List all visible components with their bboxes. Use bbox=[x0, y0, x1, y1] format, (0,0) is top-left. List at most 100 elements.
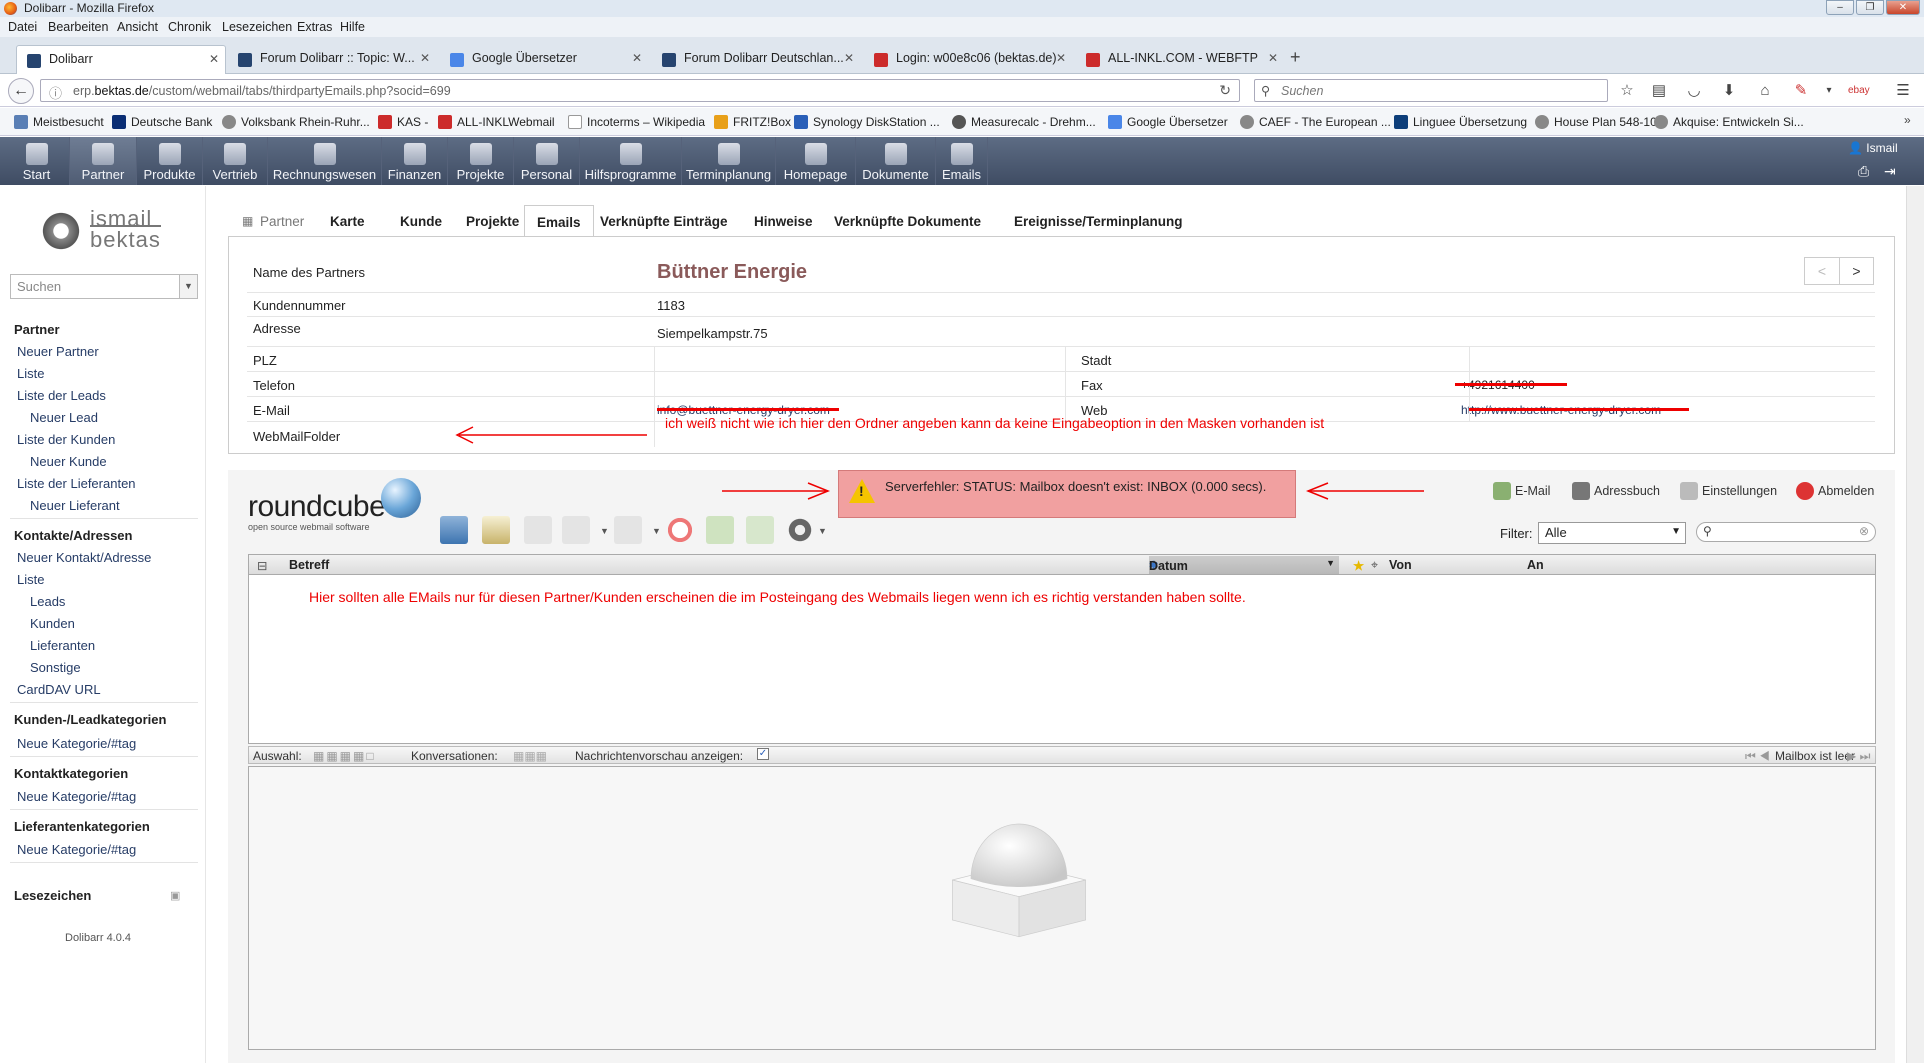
sidebar-item-liste-leads[interactable]: Liste der Leads bbox=[17, 388, 106, 403]
close-icon[interactable]: ✕ bbox=[209, 52, 219, 66]
close-icon[interactable]: ✕ bbox=[1268, 51, 1278, 65]
delete-button[interactable] bbox=[666, 516, 694, 544]
rc-mail-link[interactable]: E-Mail bbox=[1493, 482, 1550, 500]
sidebar-heading-kontaktkategorien[interactable]: Kontaktkategorien bbox=[14, 766, 128, 781]
sidebar-item-kontakt-liste[interactable]: Liste bbox=[17, 572, 44, 587]
selection-icons[interactable]: ▦▦▦▦□ bbox=[313, 749, 376, 763]
compose-button[interactable] bbox=[482, 516, 510, 544]
menu-projekte[interactable]: Projekte bbox=[448, 137, 514, 185]
last-page-icon[interactable]: ▶ ⏭ bbox=[1847, 749, 1870, 764]
chevron-down-icon[interactable]: ▼ bbox=[179, 275, 197, 298]
menu-lesezeichen[interactable]: Lesezeichen bbox=[222, 20, 292, 34]
menu-hilfsprogramme[interactable]: Hilfsprogramme bbox=[580, 137, 682, 185]
column-datum[interactable]: ✱ Datum ▼ bbox=[1149, 556, 1339, 574]
browser-search-input[interactable]: ⚲ Suchen bbox=[1254, 79, 1608, 102]
ebay-icon[interactable]: ebay bbox=[1848, 82, 1870, 100]
filter-select[interactable]: Alle ▼ bbox=[1538, 522, 1686, 544]
menu-start[interactable]: Start bbox=[4, 137, 70, 185]
star-icon[interactable]: ☆ bbox=[1618, 82, 1636, 100]
tab-emails[interactable]: Emails bbox=[524, 205, 594, 237]
prev-record-button[interactable]: < bbox=[1805, 258, 1839, 284]
logout-icon[interactable]: ⇥ bbox=[1884, 163, 1896, 180]
home-icon[interactable]: ⌂ bbox=[1756, 82, 1774, 100]
thread-toggle-icons[interactable]: ▦▦▦ bbox=[513, 749, 547, 763]
download-icon[interactable]: ⬇ bbox=[1720, 82, 1738, 100]
menu-produkte[interactable]: Produkte bbox=[137, 137, 203, 185]
reader-icon[interactable]: ▤ bbox=[1650, 82, 1668, 100]
close-icon[interactable]: ✕ bbox=[632, 51, 642, 65]
bookmark-caef[interactable]: CAEF - The European ... bbox=[1240, 115, 1391, 129]
bookmarks-overflow-icon[interactable]: » bbox=[1904, 113, 1911, 127]
tab-hinweise[interactable]: Hinweise bbox=[742, 205, 825, 237]
rc-search-input[interactable]: ⚲ ⊗ bbox=[1696, 522, 1876, 542]
tab-kunde[interactable]: Kunde bbox=[388, 205, 454, 237]
menu-homepage[interactable]: Homepage bbox=[776, 137, 856, 185]
chevron-down-icon[interactable]: ▼ bbox=[652, 526, 661, 536]
bookmark-deutsche-bank[interactable]: Deutsche Bank bbox=[112, 115, 212, 129]
maximize-button[interactable]: ❐ bbox=[1856, 0, 1884, 15]
sidebar-item-carddav[interactable]: CardDAV URL bbox=[17, 682, 101, 697]
close-icon[interactable]: ✕ bbox=[420, 51, 430, 65]
back-button[interactable]: ← bbox=[8, 78, 34, 104]
column-an[interactable]: An bbox=[1527, 558, 1544, 572]
chevron-down-icon[interactable]: ▾ bbox=[1820, 82, 1838, 100]
refresh-mail-button[interactable] bbox=[440, 516, 468, 544]
sidebar-item-kunden[interactable]: Kunden bbox=[30, 616, 75, 631]
sidebar-heading-lieferantenkategorien[interactable]: Lieferantenkategorien bbox=[14, 819, 150, 834]
menu-emails[interactable]: Emails bbox=[936, 137, 988, 185]
sidebar-item-neue-kategorie[interactable]: Neue Kategorie/#tag bbox=[17, 736, 136, 751]
bookmark-linguee[interactable]: Linguee Übersetzung bbox=[1394, 115, 1527, 129]
sidebar-heading-lesezeichen[interactable]: Lesezeichen bbox=[14, 888, 91, 903]
menu-bearbeiten[interactable]: Bearbeiten bbox=[48, 20, 108, 34]
bookmark-kas[interactable]: KAS - bbox=[378, 115, 428, 129]
menu-partner[interactable]: Partner bbox=[70, 137, 137, 185]
tab-verknuepfte-eintraege[interactable]: Verknüpfte Einträge bbox=[588, 205, 740, 237]
clear-search-icon[interactable]: ⊗ bbox=[1859, 524, 1869, 538]
bookmark-meistbesucht[interactable]: Meistbesucht bbox=[14, 115, 104, 129]
tab-forum-deutschland[interactable]: Forum Dolibarr Deutschlan... ✕ bbox=[652, 45, 860, 74]
menu-personal[interactable]: Personal bbox=[514, 137, 580, 185]
menu-finanzen[interactable]: Finanzen bbox=[382, 137, 448, 185]
bookmark-add-icon[interactable]: ▣ bbox=[170, 889, 180, 902]
hamburger-menu-icon[interactable]: ☰ bbox=[1894, 82, 1912, 100]
junk-button[interactable] bbox=[706, 516, 734, 544]
rc-settings-link[interactable]: Einstellungen bbox=[1680, 482, 1777, 500]
sidebar-item-neue-kategorie[interactable]: Neue Kategorie/#tag bbox=[17, 789, 136, 804]
attachment-icon[interactable]: ⌖ bbox=[1371, 558, 1378, 573]
sidebar-item-liste[interactable]: Liste bbox=[17, 366, 44, 381]
bookmark-akquise[interactable]: Akquise: Entwickeln Si... bbox=[1654, 115, 1804, 129]
tab-forum-topic[interactable]: Forum Dolibarr :: Topic: W... ✕ bbox=[228, 45, 436, 74]
menu-terminplanung[interactable]: Terminplanung bbox=[682, 137, 776, 185]
sidebar-item-neuer-kontakt[interactable]: Neuer Kontakt/Adresse bbox=[17, 550, 151, 565]
tab-dolibarr[interactable]: Dolibarr ✕ bbox=[16, 45, 226, 74]
tab-google-translate[interactable]: Google Übersetzer ✕ bbox=[440, 45, 648, 74]
menu-rechnungswesen[interactable]: Rechnungswesen bbox=[268, 137, 382, 185]
pocket-icon[interactable]: ◡ bbox=[1685, 82, 1703, 100]
forward-button[interactable] bbox=[614, 516, 642, 544]
mark-button[interactable] bbox=[746, 516, 774, 544]
reply-all-button[interactable] bbox=[562, 516, 590, 544]
bookmark-synology[interactable]: Synology DiskStation ... bbox=[794, 115, 940, 129]
user-menu[interactable]: 👤 Ismail bbox=[1848, 141, 1898, 155]
menu-chronik[interactable]: Chronik bbox=[168, 20, 211, 34]
gear-icon[interactable] bbox=[786, 516, 814, 544]
sidebar-item-liste-lieferanten[interactable]: Liste der Lieferanten bbox=[17, 476, 136, 491]
sidebar-item-neuer-lead[interactable]: Neuer Lead bbox=[30, 410, 98, 425]
column-von[interactable]: Von bbox=[1389, 558, 1412, 572]
reply-button[interactable] bbox=[524, 516, 552, 544]
close-icon[interactable]: ✕ bbox=[1056, 51, 1066, 65]
preview-checkbox[interactable]: ✓ bbox=[757, 748, 769, 760]
sidebar-heading-kundenkategorien[interactable]: Kunden-/Leadkategorien bbox=[14, 712, 166, 727]
print-icon[interactable]: ⎙ bbox=[1858, 163, 1869, 180]
bookmark-house-plan[interactable]: House Plan 548-10 bbox=[1535, 115, 1657, 129]
minimize-button[interactable]: – bbox=[1826, 0, 1854, 15]
rc-logout-link[interactable]: Abmelden bbox=[1796, 482, 1874, 500]
flag-icon[interactable]: ★ bbox=[1353, 558, 1364, 573]
tab-partner[interactable]: ▦ Partner bbox=[228, 205, 316, 237]
new-tab-icon[interactable]: + bbox=[1290, 47, 1301, 68]
sidebar-item-sonstige[interactable]: Sonstige bbox=[30, 660, 81, 675]
chevron-down-icon[interactable]: ▼ bbox=[818, 526, 827, 536]
list-options-icon[interactable]: ⊟ bbox=[257, 558, 267, 573]
info-icon[interactable]: ⓘ bbox=[49, 83, 62, 102]
first-page-icon[interactable]: ⏮ ◀ bbox=[1745, 749, 1770, 764]
